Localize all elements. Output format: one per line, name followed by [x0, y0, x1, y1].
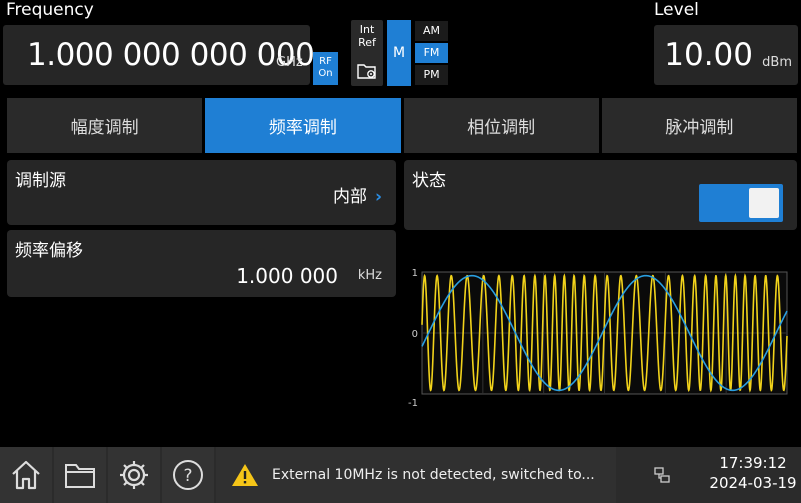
level-field[interactable]: 10.00 dBm [654, 25, 798, 85]
clock-time: 17:39:12 [719, 454, 787, 472]
source-label: 调制源 [15, 171, 66, 191]
network-icon [654, 467, 670, 483]
toggle-knob [749, 188, 779, 218]
mod-am-indicator[interactable]: AM [415, 21, 448, 41]
tab-am[interactable]: 幅度调制 [7, 98, 203, 153]
help-icon: ? [173, 460, 203, 490]
source-value: 内部 › [332, 187, 382, 207]
frequency-label: Frequency [6, 0, 94, 20]
y-tick-label: 0 [412, 329, 418, 340]
bottom-bar: ? External 10MHz is not detected, switch… [0, 447, 801, 503]
gear-icon [120, 461, 148, 489]
offset-unit: kHz [357, 268, 382, 283]
status-message[interactable]: External 10MHz is not detected, switched… [216, 447, 616, 503]
status-message-text: External 10MHz is not detected, switched… [272, 467, 595, 483]
mod-fm-indicator[interactable]: FM [415, 43, 448, 63]
state-row: 状态 [404, 160, 797, 230]
frequency-value: 1.000 000 000 000 [27, 37, 315, 73]
tab-fm[interactable]: 频率调制 [205, 98, 401, 153]
ref-source-button[interactable]: Int Ref [351, 20, 383, 86]
level-label: Level [654, 0, 699, 20]
clock-date: 2024-03-19 [709, 474, 797, 492]
settings-button[interactable] [108, 447, 160, 503]
frequency-field[interactable]: 1.000 000 000 000 GHz [3, 25, 315, 85]
offset-value: 1.000 000 [236, 264, 338, 288]
files-button[interactable] [54, 447, 106, 503]
tab-pulse[interactable]: 脉冲调制 [601, 98, 797, 153]
modulation-tabs: 幅度调制 频率调制 相位调制 脉冲调制 [7, 98, 797, 153]
tab-pm[interactable]: 相位调制 [403, 98, 599, 153]
offset-label: 频率偏移 [15, 241, 83, 261]
state-label: 状态 [412, 171, 446, 191]
frequency-unit: GHz [276, 55, 303, 70]
y-tick-label: 1 [412, 268, 418, 279]
level-value: 10.00 [664, 37, 753, 73]
rf-on-button[interactable]: RF On [313, 52, 338, 85]
modulation-waveform-chart: 1 0 -1 [408, 268, 788, 409]
modulation-master-button[interactable]: M [387, 20, 411, 86]
folder-icon [65, 464, 95, 488]
chevron-right-icon: › [374, 187, 382, 207]
home-icon [12, 460, 40, 490]
ref-label: Int Ref [358, 23, 376, 49]
help-button[interactable]: ? [162, 447, 214, 503]
state-toggle[interactable] [699, 184, 783, 222]
frequency-offset-row[interactable]: 频率偏移 1.000 000 kHz [7, 230, 396, 297]
svg-text:?: ? [183, 466, 192, 486]
home-button[interactable] [0, 447, 52, 503]
folder-settings-icon [357, 64, 376, 79]
warning-icon [232, 464, 258, 486]
clock: 17:39:12 2024-03-19 [707, 453, 799, 493]
network-button[interactable] [620, 447, 704, 503]
modulation-source-row[interactable]: 调制源 内部 › [7, 160, 396, 225]
mod-pm-indicator[interactable]: PM [415, 65, 448, 85]
y-tick-label: -1 [408, 398, 418, 409]
level-unit: dBm [762, 55, 792, 70]
